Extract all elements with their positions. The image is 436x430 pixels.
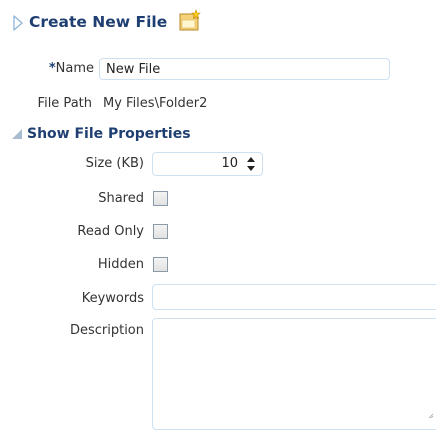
description-textarea[interactable]	[152, 318, 436, 430]
chevron-right-icon	[13, 15, 23, 31]
resize-grip-icon[interactable]	[428, 413, 434, 419]
spinner-up-icon[interactable]	[247, 157, 255, 162]
read-only-checkbox[interactable]	[153, 224, 168, 239]
required-marker: *	[48, 61, 56, 76]
spinner-down-icon[interactable]	[247, 166, 255, 171]
keywords-input[interactable]	[152, 284, 436, 310]
section-title: Show File Properties	[27, 126, 191, 142]
shared-label: Shared	[98, 191, 144, 206]
size-value[interactable]: 10	[152, 155, 238, 173]
name-label-text: Name	[55, 61, 94, 76]
size-label: Size (KB)	[85, 156, 144, 171]
read-only-label: Read Only	[77, 224, 144, 239]
hidden-checkbox[interactable]	[153, 257, 168, 272]
name-label: *Name	[26, 60, 94, 78]
page-title: Create New File	[29, 13, 168, 31]
keywords-label: Keywords	[81, 291, 144, 306]
description-label: Description	[69, 323, 144, 338]
file-path-label: File Path	[37, 96, 92, 111]
hidden-label: Hidden	[97, 257, 144, 272]
triangle-expanded-icon	[12, 129, 22, 139]
name-input[interactable]	[99, 58, 390, 80]
shared-checkbox[interactable]	[153, 191, 168, 206]
new-file-icon	[179, 9, 201, 31]
show-file-properties-toggle[interactable]: Show File Properties	[11, 124, 191, 144]
file-path-value: My Files\Folder2	[103, 96, 208, 111]
